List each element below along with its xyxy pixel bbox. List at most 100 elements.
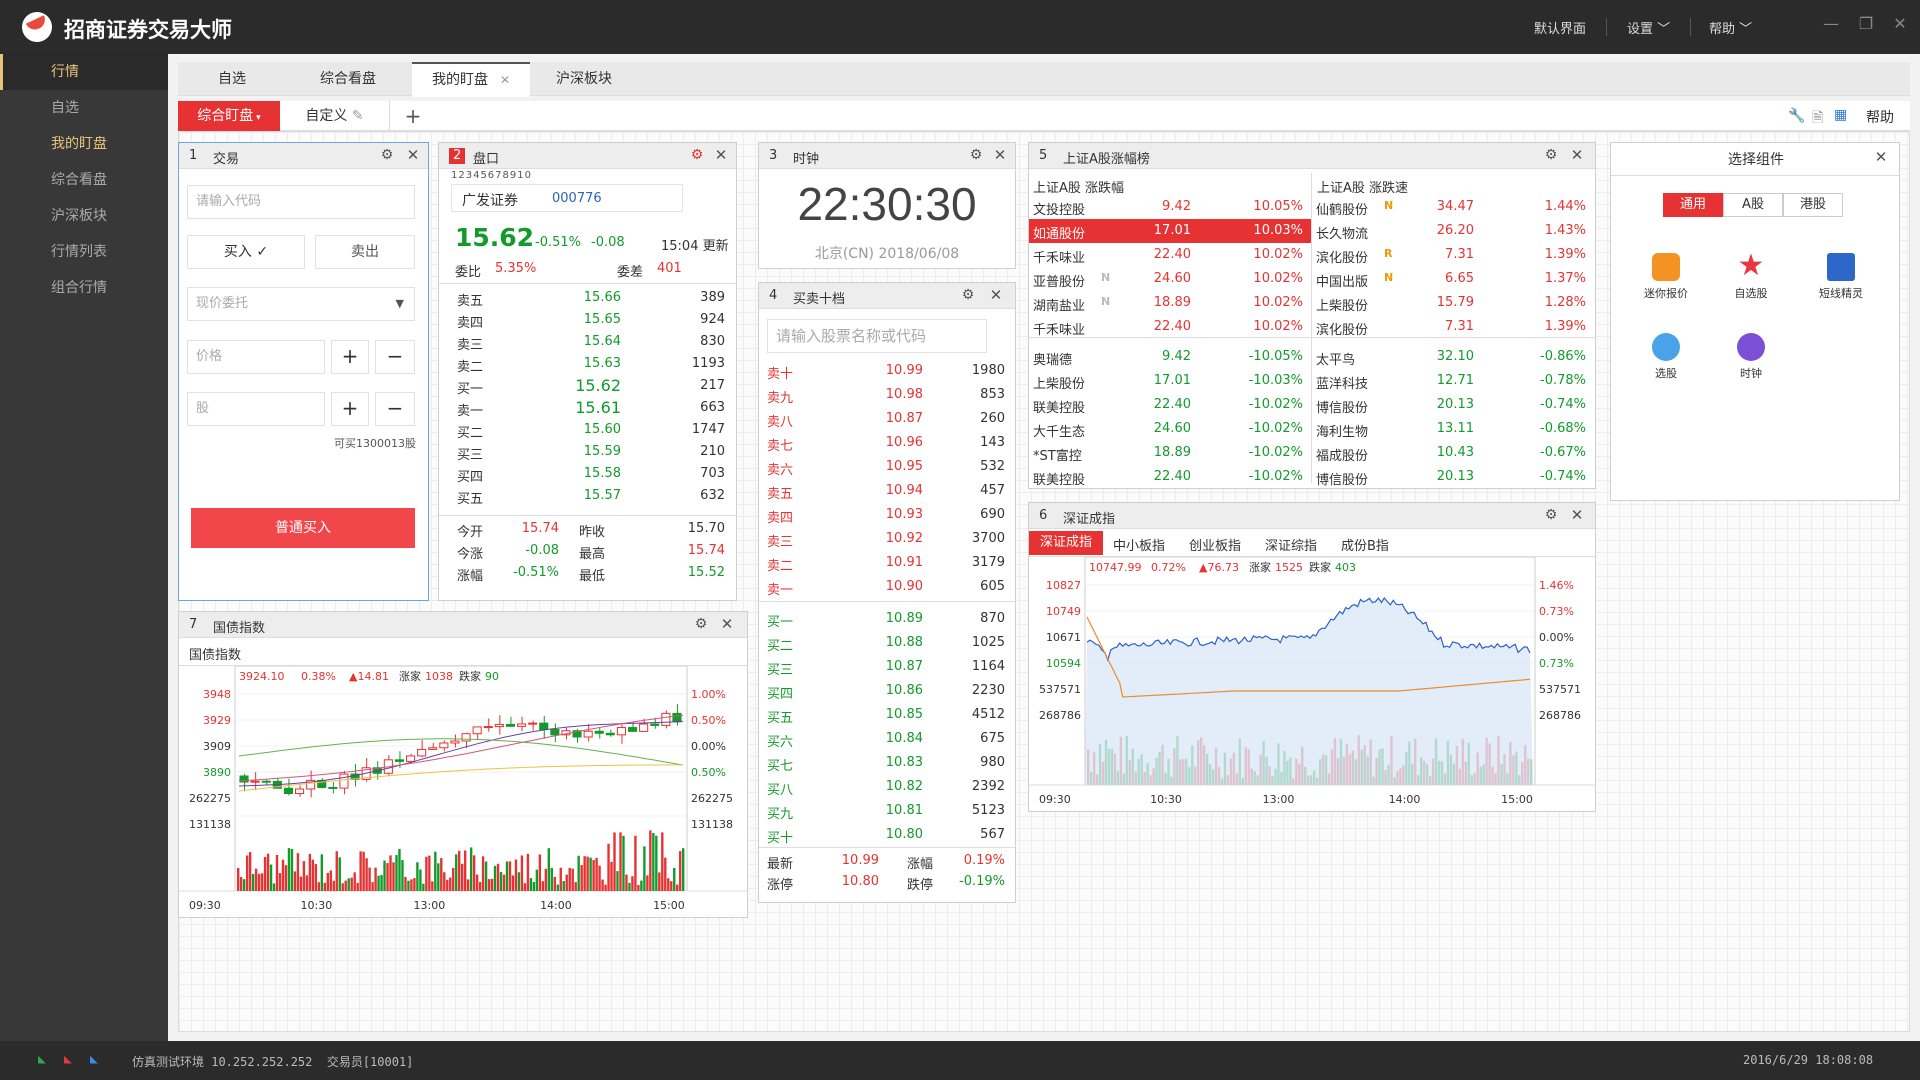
document-icon[interactable]: 🗎 xyxy=(1812,107,1823,131)
rank-row[interactable]: 滨化股份 7.31 1.39% xyxy=(1312,315,1594,339)
close-icon[interactable]: ✕ xyxy=(719,615,735,633)
tab-sectors[interactable]: 沪深板块 xyxy=(530,62,638,96)
tab-close-icon[interactable]: ✕ xyxy=(500,73,510,87)
tab-overview[interactable]: 综合看盘 xyxy=(294,62,402,96)
rank-row[interactable]: *ST富控 18.89 -10.02% xyxy=(1029,441,1311,465)
order-book-row[interactable]: 卖二 15.63 1193 xyxy=(439,353,737,375)
rank-row[interactable]: 海利生物 13.11 -0.68% xyxy=(1312,417,1594,441)
depth-row[interactable]: 卖九 10.98 853 xyxy=(759,383,1015,407)
sz-index-chart[interactable]: 10747.99 0.72% ▲76.73 涨家 1525 跌家 403 10827 10749… xyxy=(1029,557,1595,811)
menu-default-layout[interactable]: 默认界面 xyxy=(1534,18,1586,37)
widget-short-term[interactable]: 短线精灵 xyxy=(1811,253,1871,301)
gear-icon[interactable]: ⚙ xyxy=(1543,147,1559,163)
layout-custom-tab[interactable]: 自定义 ✎ xyxy=(280,101,390,131)
depth-row[interactable]: 卖二 10.91 3179 xyxy=(759,551,1015,575)
widget-tab-general[interactable]: 通用 xyxy=(1663,193,1723,217)
order-book-row[interactable]: 买一 15.62 217 xyxy=(439,375,737,397)
rank-row[interactable]: 千禾味业 22.40 10.02% xyxy=(1029,315,1311,339)
widget-mini-quote[interactable]: 迷你报价 xyxy=(1641,253,1691,301)
rank-row[interactable]: 如通股份 17.01 10.03% xyxy=(1029,219,1311,243)
rank-row[interactable]: 大千生态 24.60 -10.02% xyxy=(1029,417,1311,441)
depth-row[interactable]: 卖八 10.87 260 xyxy=(759,407,1015,431)
depth-row[interactable]: 买八 10.82 2392 xyxy=(759,775,1015,799)
close-icon[interactable]: ✕ xyxy=(1873,148,1889,166)
widget-screener[interactable]: 选股 xyxy=(1641,333,1691,381)
gear-icon[interactable]: ⚙ xyxy=(689,147,705,163)
rank-row[interactable]: 博信股份 20.13 -0.74% xyxy=(1312,465,1594,489)
add-layout-button[interactable]: + xyxy=(398,101,428,131)
depth-row[interactable]: 卖三 10.92 3700 xyxy=(759,527,1015,551)
layout-active-tab[interactable]: 综合盯盘 ▾ xyxy=(178,101,280,131)
help-link[interactable]: 帮助 xyxy=(1866,107,1894,127)
depth-row[interactable]: 卖十 10.99 1980 xyxy=(759,359,1015,383)
rank-row[interactable]: 文投控股 9.42 10.05% xyxy=(1029,195,1311,219)
index-tab-gem[interactable]: 创业板指 xyxy=(1189,535,1241,554)
widget-tab-a-share[interactable]: A股 xyxy=(1723,193,1783,217)
close-icon[interactable]: ✕ xyxy=(992,146,1008,164)
depth-row[interactable]: 卖四 10.93 690 xyxy=(759,503,1015,527)
order-book-row[interactable]: 买二 15.60 1747 xyxy=(439,419,737,441)
close-icon[interactable]: ✕ xyxy=(405,146,421,164)
menu-settings[interactable]: 设置 ﹀ xyxy=(1627,18,1670,37)
order-book-row[interactable]: 卖四 15.65 924 xyxy=(439,309,737,331)
close-icon[interactable]: ✕ xyxy=(713,146,729,164)
rank-row[interactable]: 上柴股份 15.79 1.28% xyxy=(1312,291,1594,315)
buy-button[interactable]: 买入 ✓ xyxy=(187,235,305,269)
sidebar-item-my-monitor[interactable]: 我的盯盘 xyxy=(0,126,168,162)
restore-icon[interactable]: ❐ xyxy=(1855,14,1877,36)
gear-icon[interactable]: ⚙ xyxy=(379,147,395,163)
rank-row[interactable]: 长久物流 26.20 1.43% xyxy=(1312,219,1594,243)
depth-row[interactable]: 买六 10.84 675 xyxy=(759,727,1015,751)
order-type-select[interactable]: 现价委托 ▼ xyxy=(187,287,415,321)
stock-selector[interactable]: 广发证券 000776 xyxy=(451,184,683,212)
quantity-input[interactable]: 股 xyxy=(187,392,325,426)
sidebar-item-watchlist[interactable]: 自选 xyxy=(0,90,168,126)
depth-row[interactable]: 买一 10.89 870 xyxy=(759,607,1015,631)
rank-row[interactable]: 奥瑞德 9.42 -10.05% xyxy=(1029,345,1311,369)
index-tab-sz[interactable]: 深证成指 xyxy=(1029,531,1103,555)
gear-icon[interactable]: ⚙ xyxy=(960,287,976,303)
sell-button[interactable]: 卖出 xyxy=(315,235,415,269)
rank-row[interactable]: 蓝洋科技 12.71 -0.78% xyxy=(1312,369,1594,393)
depth-row[interactable]: 买三 10.87 1164 xyxy=(759,655,1015,679)
tab-watchlist[interactable]: 自选 xyxy=(178,62,286,96)
rank-row[interactable]: 博信股份 20.13 -0.74% xyxy=(1312,393,1594,417)
rank-row[interactable]: 千禾味业 22.40 10.02% xyxy=(1029,243,1311,267)
sidebar-item-market[interactable]: 行情 xyxy=(0,54,168,90)
depth-row[interactable]: 买九 10.81 5123 xyxy=(759,799,1015,823)
quote-page-numbers[interactable]: 12345678910 xyxy=(451,170,532,181)
close-icon[interactable]: ✕ xyxy=(1569,506,1585,524)
depth-row[interactable]: 买二 10.88 1025 xyxy=(759,631,1015,655)
depth-row[interactable]: 买十 10.80 567 xyxy=(759,823,1015,847)
price-input[interactable]: 价格 xyxy=(187,340,325,374)
depth-row[interactable]: 卖一 10.90 605 xyxy=(759,575,1015,599)
rank-row[interactable]: 太平鸟 32.10 -0.86% xyxy=(1312,345,1594,369)
wrench-icon[interactable]: 🔧 xyxy=(1788,108,1805,124)
index-tab-b[interactable]: 成份B指 xyxy=(1341,535,1389,554)
gear-icon[interactable]: ⚙ xyxy=(1543,507,1559,523)
order-book-row[interactable]: 买四 15.58 703 xyxy=(439,463,737,485)
index-tab-sme[interactable]: 中小板指 xyxy=(1113,535,1165,554)
order-book-row[interactable]: 卖五 15.66 389 xyxy=(439,287,737,309)
menu-help[interactable]: 帮助 ﹀ xyxy=(1709,18,1752,37)
gear-icon[interactable]: ⚙ xyxy=(693,616,709,632)
qty-minus-button[interactable]: − xyxy=(375,392,415,426)
tab-my-monitor[interactable]: 我的盯盘 ✕ xyxy=(412,62,530,97)
rank-row[interactable]: 亚普股份 N 24.60 10.02% xyxy=(1029,267,1311,291)
rank-row[interactable]: 滨化股份 R 7.31 1.39% xyxy=(1312,243,1594,267)
price-plus-button[interactable]: + xyxy=(331,340,369,374)
rank-row[interactable]: 联美控股 22.40 -10.02% xyxy=(1029,465,1311,489)
depth-row[interactable]: 卖七 10.96 143 xyxy=(759,431,1015,455)
stock-code-input[interactable]: 请输入代码 xyxy=(187,185,415,219)
close-window-icon[interactable]: ✕ xyxy=(1889,14,1911,36)
close-icon[interactable]: ✕ xyxy=(1569,146,1585,164)
rank-row[interactable]: 中国出版 N 6.65 1.37% xyxy=(1312,267,1594,291)
rank-row[interactable]: 联美控股 22.40 -10.02% xyxy=(1029,393,1311,417)
sidebar-item-sectors[interactable]: 沪深板块 xyxy=(0,198,168,234)
depth-row[interactable]: 卖五 10.94 457 xyxy=(759,479,1015,503)
stock-search-input[interactable]: 请输入股票名称或代码 xyxy=(767,319,987,353)
order-book-row[interactable]: 买三 15.59 210 xyxy=(439,441,737,463)
depth-row[interactable]: 买七 10.83 980 xyxy=(759,751,1015,775)
grid-icon[interactable]: ▦ xyxy=(1834,107,1847,123)
depth-row[interactable]: 卖六 10.95 532 xyxy=(759,455,1015,479)
